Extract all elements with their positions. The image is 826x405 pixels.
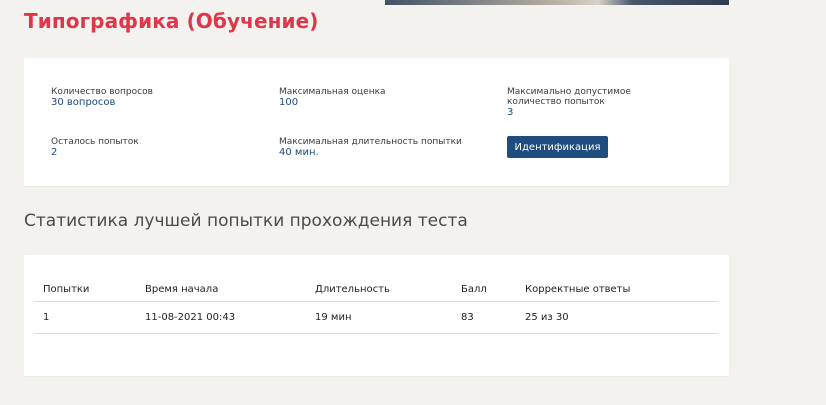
max-duration-label: Максимальная длительность попытки xyxy=(279,137,462,147)
questions-count-item: Количество вопросов 30 вопросов xyxy=(51,87,251,108)
stats-heading: Статистика лучшей попытки прохождения те… xyxy=(24,211,468,231)
page: Типографика (Обучение) Количество вопрос… xyxy=(0,0,826,405)
attempts-left-value: 2 xyxy=(51,147,58,158)
max-attempts-item: Максимально допустимое количество попыто… xyxy=(507,87,677,118)
questions-count-label: Количество вопросов xyxy=(51,87,153,97)
column-header-attempts: Попытки xyxy=(34,277,136,302)
stats-card: Попытки Время начала Длительность Балл К… xyxy=(24,255,729,376)
attempts-left-label: Осталось попыток xyxy=(51,137,139,147)
max-score-item: Максимальная оценка 100 xyxy=(279,87,479,108)
attempts-left-item: Осталось попыток 2 xyxy=(51,137,251,158)
cell-correct-answers: 25 из 30 xyxy=(516,301,718,334)
max-score-value: 100 xyxy=(279,97,299,108)
cell-score: 83 xyxy=(452,301,516,334)
course-banner-image xyxy=(385,0,729,5)
max-duration-value: 40 мин. xyxy=(279,147,319,158)
table-header-row: Попытки Время начала Длительность Балл К… xyxy=(34,277,718,302)
test-info-card: Количество вопросов 30 вопросов Максимал… xyxy=(24,58,729,186)
max-score-label: Максимальная оценка xyxy=(279,87,386,97)
best-attempt-table: Попытки Время начала Длительность Балл К… xyxy=(34,277,718,334)
cell-duration: 19 мин xyxy=(306,301,452,334)
cell-start-time: 11-08-2021 00:43 xyxy=(136,301,306,334)
column-header-duration: Длительность xyxy=(306,277,452,302)
questions-count-value: 30 вопросов xyxy=(51,97,116,108)
max-attempts-value: 3 xyxy=(507,107,514,118)
table-row: 1 11-08-2021 00:43 19 мин 83 25 из 30 xyxy=(34,301,718,334)
cell-attempt: 1 xyxy=(34,301,136,334)
max-attempts-label: Максимально допустимое количество попыто… xyxy=(507,87,631,107)
column-header-start-time: Время начала xyxy=(136,277,306,302)
identification-button[interactable]: Идентификация xyxy=(507,136,608,158)
max-duration-item: Максимальная длительность попытки 40 мин… xyxy=(279,137,479,158)
column-header-score: Балл xyxy=(452,277,516,302)
page-title: Типографика (Обучение) xyxy=(24,9,319,33)
column-header-correct-answers: Корректные ответы xyxy=(516,277,718,302)
